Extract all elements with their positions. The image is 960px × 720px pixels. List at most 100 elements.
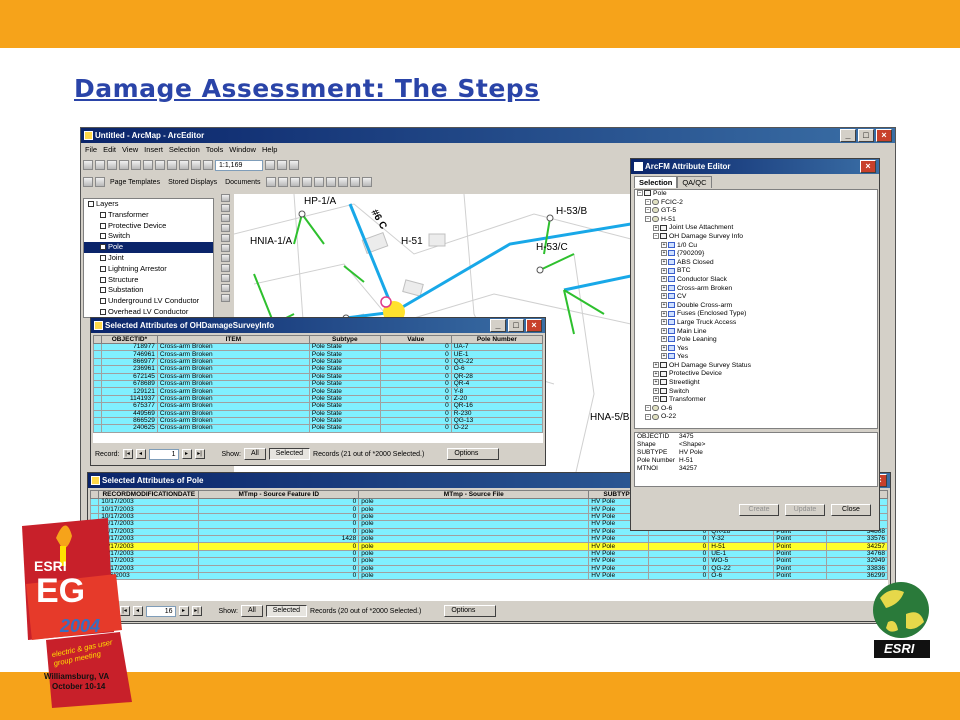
arctoolbox-icon[interactable] <box>277 160 287 170</box>
toc-layer[interactable]: Structure <box>84 275 213 286</box>
next-record-button[interactable]: ▸ <box>181 449 192 459</box>
toc-layer[interactable]: Transformer <box>84 210 213 221</box>
tool-e-icon[interactable] <box>361 177 372 187</box>
expand-toggle-icon[interactable]: − <box>645 405 651 412</box>
fixed-zoom-in-icon[interactable] <box>220 214 230 222</box>
expand-toggle-icon[interactable]: − <box>645 215 651 222</box>
table-row[interactable]: 10/17/2003 0 pole HV Pole 0 QG-22 Point 33836 <box>90 564 888 573</box>
attribute-value[interactable]: <Shape> <box>679 441 705 449</box>
scale-select[interactable]: 1:1,169 <box>215 159 263 171</box>
update-button[interactable]: Update <box>785 504 825 516</box>
layer-checkbox[interactable] <box>100 287 106 294</box>
full-extent-icon[interactable] <box>220 244 230 252</box>
menu-selection[interactable]: Selection <box>169 144 200 156</box>
attribute-row[interactable]: Pole Number H-51 <box>635 457 877 465</box>
menu-tools[interactable]: Tools <box>206 144 224 156</box>
tree-node[interactable]: − H-51 <box>635 216 877 225</box>
row-selector[interactable] <box>93 350 103 359</box>
locate-icon[interactable] <box>301 177 312 187</box>
toc-layer[interactable]: Pole <box>84 242 213 253</box>
fixed-zoom-out-icon[interactable] <box>220 224 230 232</box>
table-row[interactable]: 10/17/2003 0 pole HV Pole 0 UE-1 Point 34768 <box>90 549 888 559</box>
expand-toggle-icon[interactable]: − <box>653 233 659 240</box>
table-row[interactable]: 678689 Cross-arm Broken Pole State 0 QR-4 <box>93 379 543 389</box>
tree-node[interactable]: + Fuses (Enclosed Type) <box>635 310 877 319</box>
show-all-button[interactable]: All <box>240 605 263 617</box>
find-icon[interactable] <box>220 294 230 302</box>
show-all-button[interactable]: All <box>243 448 266 460</box>
table-row[interactable]: 675377 Cross-arm Broken Pole State 0 QR-16 <box>93 402 543 411</box>
identify-icon[interactable] <box>220 284 230 292</box>
expand-toggle-icon[interactable]: + <box>653 387 659 394</box>
pan-icon[interactable] <box>220 234 230 242</box>
tree-node[interactable]: + Double Cross-arm <box>635 302 877 311</box>
layout-icon[interactable] <box>95 177 105 187</box>
layer-checkbox[interactable] <box>100 308 106 315</box>
row-selector[interactable] <box>90 497 100 507</box>
tree-node[interactable]: + Main Line <box>635 328 877 337</box>
toc-layer[interactable]: Switch <box>84 231 213 242</box>
tree-node[interactable]: + Transformer <box>635 396 877 405</box>
expand-toggle-icon[interactable]: + <box>661 336 667 343</box>
row-selector[interactable] <box>93 357 103 367</box>
expand-toggle-icon[interactable]: + <box>661 267 667 274</box>
expand-toggle-icon[interactable]: + <box>661 284 667 291</box>
expand-toggle-icon[interactable]: + <box>653 224 659 231</box>
tree-node[interactable]: − GT-5 <box>635 207 877 216</box>
close-button[interactable]: × <box>860 160 876 173</box>
layer-checkbox[interactable] <box>100 244 106 251</box>
tree-node[interactable]: + ABS Closed <box>635 259 877 268</box>
add-data-icon[interactable] <box>203 160 213 170</box>
minimize-button[interactable]: _ <box>490 319 506 332</box>
maximize-button[interactable]: □ <box>508 319 524 332</box>
expand-toggle-icon[interactable]: + <box>653 370 659 377</box>
expand-toggle-icon[interactable]: + <box>661 327 667 334</box>
barrier-icon[interactable] <box>289 177 300 187</box>
expand-toggle-icon[interactable]: + <box>661 293 667 300</box>
expand-toggle-icon[interactable]: + <box>661 258 667 265</box>
layer-checkbox[interactable] <box>100 276 106 283</box>
arcfm-icon[interactable] <box>83 177 93 187</box>
layer-checkbox[interactable] <box>100 265 106 272</box>
tree-node[interactable]: + Pole Leaning <box>635 336 877 345</box>
tree-node[interactable]: + Switch <box>635 388 877 397</box>
toc-layer[interactable]: Protective Device <box>84 221 213 232</box>
menu-edit[interactable]: Edit <box>103 144 116 156</box>
table-row[interactable]: 10/17/2003 1428 pole HV Pole 0 Y-32 Point 33576 <box>90 534 888 544</box>
tree-node[interactable]: + Joint Use Attachment <box>635 224 877 233</box>
tool-c-icon[interactable] <box>337 177 348 187</box>
tree-node[interactable]: + OH Damage Survey Status <box>635 362 877 371</box>
layer-checkbox[interactable] <box>100 298 106 305</box>
tool-b-icon[interactable] <box>325 177 336 187</box>
delete-icon[interactable] <box>167 160 177 170</box>
expand-toggle-icon[interactable]: − <box>645 413 651 420</box>
expand-toggle-icon[interactable]: + <box>661 310 667 317</box>
table-row[interactable]: ▸10/17/20030poleHV Pole0H-51Point34257 <box>90 542 888 551</box>
row-selector[interactable] <box>93 387 103 396</box>
tree-node[interactable]: + Large Truck Access <box>635 319 877 328</box>
copy-icon[interactable] <box>143 160 153 170</box>
tree-node[interactable]: + Cross-arm Broken <box>635 285 877 294</box>
expand-toggle-icon[interactable]: + <box>653 396 659 403</box>
tree-node[interactable]: + Yes <box>635 345 877 354</box>
table-row[interactable]: 10/17/2003 0 pole HV Pole 0 WO-5 Point 32949 <box>90 557 888 566</box>
close-button[interactable]: × <box>526 319 542 332</box>
tree-node[interactable]: − Pole <box>635 190 877 199</box>
column-header[interactable]: Value <box>379 335 452 344</box>
last-record-button[interactable]: ▸| <box>191 606 202 616</box>
row-selector[interactable] <box>93 365 103 374</box>
maximize-button[interactable]: □ <box>858 129 874 142</box>
select-icon[interactable] <box>220 274 230 282</box>
record-number-input[interactable]: 1 <box>148 448 179 460</box>
survey-table[interactable]: OBJECTID* ITEM Subtype Value Pole Number 7189… <box>93 335 543 443</box>
toc-layer[interactable]: Substation <box>84 285 213 296</box>
tree-node[interactable]: − O-22 <box>635 413 877 422</box>
attribute-value[interactable]: HV Pole <box>679 449 703 457</box>
attribute-value[interactable]: 34257 <box>679 465 697 473</box>
attribute-grid[interactable]: OBJECTID 3475 Shape <Shape> SUBTYPE HV Pole Po… <box>634 432 878 487</box>
trace-icon[interactable] <box>265 177 276 187</box>
expand-toggle-icon[interactable]: − <box>645 207 651 214</box>
close-editor-button[interactable]: Close <box>831 504 871 516</box>
tab-selection[interactable]: Selection <box>634 176 678 188</box>
tree-node[interactable]: − OH Damage Survey Info <box>635 233 877 242</box>
